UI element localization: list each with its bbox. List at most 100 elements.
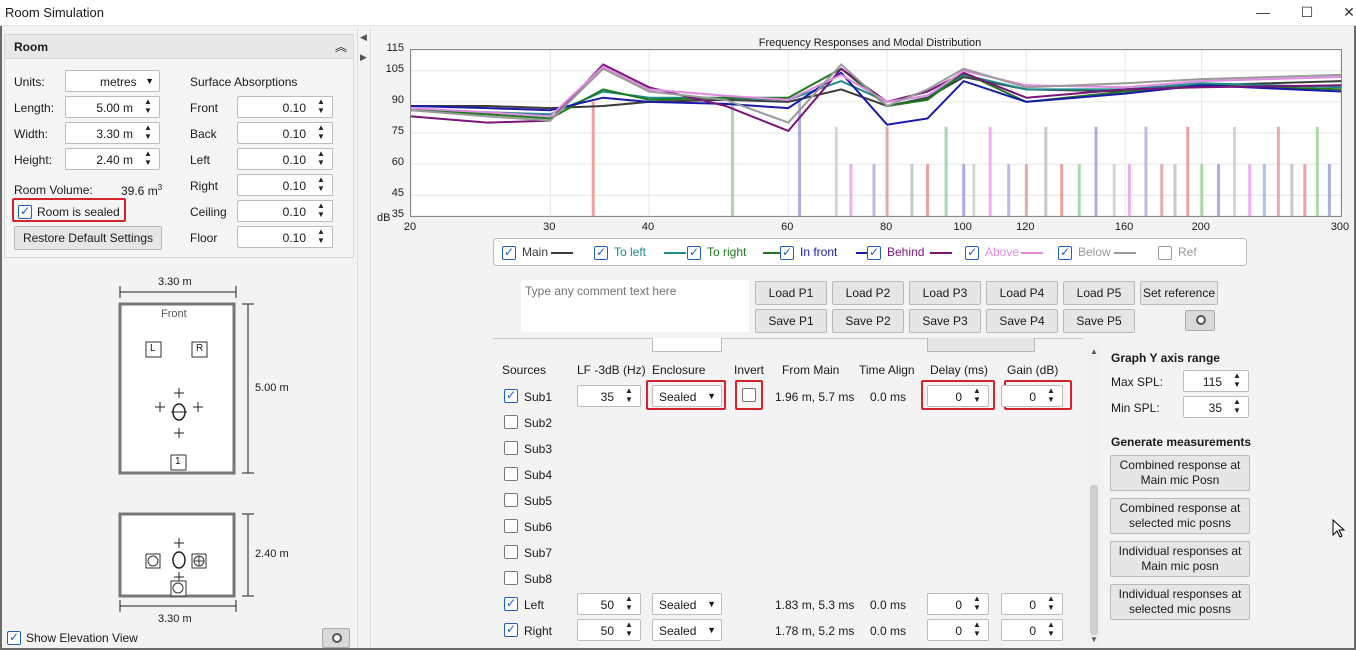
surface-stepper-ceiling[interactable]: 0.10 ▲ ▼ — [237, 200, 333, 222]
generate-button-4[interactable]: Individual responses at selected mic posn… — [1110, 584, 1250, 620]
surface-stepper-front[interactable]: 0.10 ▲ ▼ — [237, 96, 333, 118]
surface-stepper-floor[interactable]: 0.10 ▲ ▼ — [237, 226, 333, 248]
save-p2-button[interactable]: Save P2 — [832, 309, 904, 333]
source-checkbox-right[interactable] — [504, 622, 518, 637]
clipped-field[interactable] — [652, 338, 722, 352]
source-checkbox-sub8[interactable] — [504, 571, 518, 585]
surface-stepper-left[interactable]: 0.10 ▲ ▼ — [237, 148, 333, 170]
lf-stepper[interactable]: 50 ▲ ▼ — [577, 593, 641, 615]
legend-checkbox-behind[interactable] — [867, 245, 881, 260]
delay-stepper[interactable]: 0 ▲ ▼ — [927, 593, 989, 615]
units-select[interactable]: metres ▼ — [65, 70, 160, 92]
stepper-arrows-icon[interactable]: ▲ ▼ — [968, 620, 986, 640]
legend-checkbox-to-right[interactable] — [687, 245, 701, 260]
legend-checkbox-main[interactable] — [502, 245, 516, 260]
surface-stepper-back[interactable]: 0.10 ▲ ▼ — [237, 122, 333, 144]
scroll-up-icon[interactable]: ▲ — [1090, 347, 1098, 356]
source-checkbox-sub4[interactable] — [504, 467, 518, 481]
save-p1-button[interactable]: Save P1 — [755, 309, 827, 333]
stepper-arrows-icon[interactable]: ▲ ▼ — [620, 386, 638, 406]
expand-right-icon[interactable]: ▶ — [360, 52, 367, 63]
clipped-button[interactable] — [927, 338, 1035, 352]
stepper-arrows-icon[interactable]: ▲ ▼ — [968, 594, 986, 614]
comment-input[interactable] — [521, 280, 749, 332]
legend-checkbox-below[interactable] — [1058, 245, 1072, 260]
legend-checkbox-ref[interactable] — [1158, 246, 1172, 260]
source-checkbox-sub6[interactable] — [504, 519, 518, 533]
load-p3-button[interactable]: Load P3 — [909, 281, 981, 305]
minimize-button[interactable]: — — [1248, 3, 1278, 23]
surface-label-front: Front — [190, 101, 219, 115]
close-button[interactable]: ✕ — [1334, 3, 1356, 23]
surface-stepper-right[interactable]: 0.10 ▲ ▼ — [237, 174, 333, 196]
source-checkbox-sub5[interactable] — [504, 493, 518, 507]
stepper-arrows-icon[interactable]: ▲ ▼ — [1228, 371, 1246, 391]
min-spl-stepper[interactable]: 35 ▲ ▼ — [1183, 396, 1249, 418]
load-p4-button[interactable]: Load P4 — [986, 281, 1058, 305]
stepper-arrows-icon[interactable]: ▲ ▼ — [620, 594, 638, 614]
save-p5-button[interactable]: Save P5 — [1063, 309, 1135, 333]
stepper-arrows-icon[interactable]: ▲ ▼ — [312, 97, 330, 117]
stepper-arrows-icon[interactable]: ▲ ▼ — [312, 149, 330, 169]
snapshot-icon[interactable] — [1185, 310, 1215, 331]
lf-stepper[interactable]: 50 ▲ ▼ — [577, 619, 641, 641]
stepper-arrows-icon[interactable]: ▲ ▼ — [139, 97, 157, 117]
delay-stepper[interactable]: 0 ▲ ▼ — [927, 619, 989, 641]
stepper-arrows-icon[interactable]: ▲ ▼ — [968, 386, 986, 406]
load-p1-button[interactable]: Load P1 — [755, 281, 827, 305]
show-elevation-checkbox[interactable] — [7, 630, 21, 645]
width-stepper[interactable]: 3.30 m ▲ ▼ — [65, 122, 160, 144]
source-checkbox-sub3[interactable] — [504, 441, 518, 455]
gain-stepper[interactable]: 0 ▲ ▼ — [1001, 593, 1063, 615]
save-p4-button[interactable]: Save P4 — [986, 309, 1058, 333]
stepper-arrows-icon[interactable]: ▲ ▼ — [139, 149, 157, 169]
set-reference-button[interactable]: Set reference — [1140, 281, 1218, 305]
lf-stepper[interactable]: 35 ▲ ▼ — [577, 385, 641, 407]
restore-defaults-button[interactable]: Restore Default Settings — [14, 226, 162, 250]
max-spl-stepper[interactable]: 115 ▲ ▼ — [1183, 370, 1249, 392]
source-checkbox-sub7[interactable] — [504, 545, 518, 559]
room-panel-header[interactable]: Room ︽ — [5, 35, 353, 59]
enclosure-select[interactable]: Sealed ▼ — [652, 619, 722, 641]
camera-icon[interactable] — [322, 628, 350, 648]
collapse-icon[interactable]: ︽ — [335, 38, 347, 55]
stepper-arrows-icon[interactable]: ▲ ▼ — [1042, 620, 1060, 640]
enclosure-value: Sealed — [659, 624, 697, 638]
source-name-sub1: Sub1 — [524, 390, 553, 404]
stepper-arrows-icon[interactable]: ▲ ▼ — [312, 123, 330, 143]
legend-checkbox-above[interactable] — [965, 245, 979, 260]
sources-scrollbar[interactable]: ▲ ▼ — [1088, 345, 1100, 645]
collapse-left-icon[interactable]: ◀ — [360, 32, 367, 43]
stepper-arrows-icon[interactable]: ▲ ▼ — [139, 123, 157, 143]
source-checkbox-sub2[interactable] — [504, 415, 518, 429]
delay-stepper[interactable]: 0 ▲ ▼ — [927, 385, 989, 407]
scroll-down-icon[interactable]: ▼ — [1090, 635, 1098, 644]
maximize-button[interactable]: ☐ — [1292, 3, 1322, 23]
source-checkbox-sub1[interactable] — [504, 388, 518, 403]
load-p5-button[interactable]: Load P5 — [1063, 281, 1135, 305]
generate-button-2[interactable]: Combined response at selected mic posns — [1110, 498, 1250, 534]
stepper-arrows-icon[interactable]: ▲ ▼ — [1042, 386, 1060, 406]
invert-checkbox[interactable] — [742, 388, 756, 402]
generate-button-3[interactable]: Individual responses at Main mic posn — [1110, 541, 1250, 577]
length-stepper[interactable]: 5.00 m ▲ ▼ — [65, 96, 160, 118]
splitter[interactable] — [357, 28, 358, 648]
gain-stepper[interactable]: 0 ▲ ▼ — [1001, 619, 1063, 641]
scrollbar-thumb[interactable] — [1090, 485, 1098, 635]
height-stepper[interactable]: 2.40 m ▲ ▼ — [65, 148, 160, 170]
save-p3-button[interactable]: Save P3 — [909, 309, 981, 333]
load-p2-button[interactable]: Load P2 — [832, 281, 904, 305]
stepper-arrows-icon[interactable]: ▲ ▼ — [312, 201, 330, 221]
stepper-arrows-icon[interactable]: ▲ ▼ — [620, 620, 638, 640]
stepper-arrows-icon[interactable]: ▲ ▼ — [1228, 397, 1246, 417]
stepper-arrows-icon[interactable]: ▲ ▼ — [312, 227, 330, 247]
source-checkbox-left[interactable] — [504, 596, 518, 611]
stepper-arrows-icon[interactable]: ▲ ▼ — [1042, 594, 1060, 614]
room-sealed-checkbox[interactable] — [18, 204, 32, 219]
enclosure-select[interactable]: Sealed ▼ — [652, 593, 722, 615]
generate-button-1[interactable]: Combined response at Main mic Posn — [1110, 455, 1250, 491]
legend-checkbox-to-left[interactable] — [594, 245, 608, 260]
stepper-arrows-icon[interactable]: ▲ ▼ — [312, 175, 330, 195]
legend-checkbox-in-front[interactable] — [780, 245, 794, 260]
gain-stepper[interactable]: 0 ▲ ▼ — [1001, 385, 1063, 407]
